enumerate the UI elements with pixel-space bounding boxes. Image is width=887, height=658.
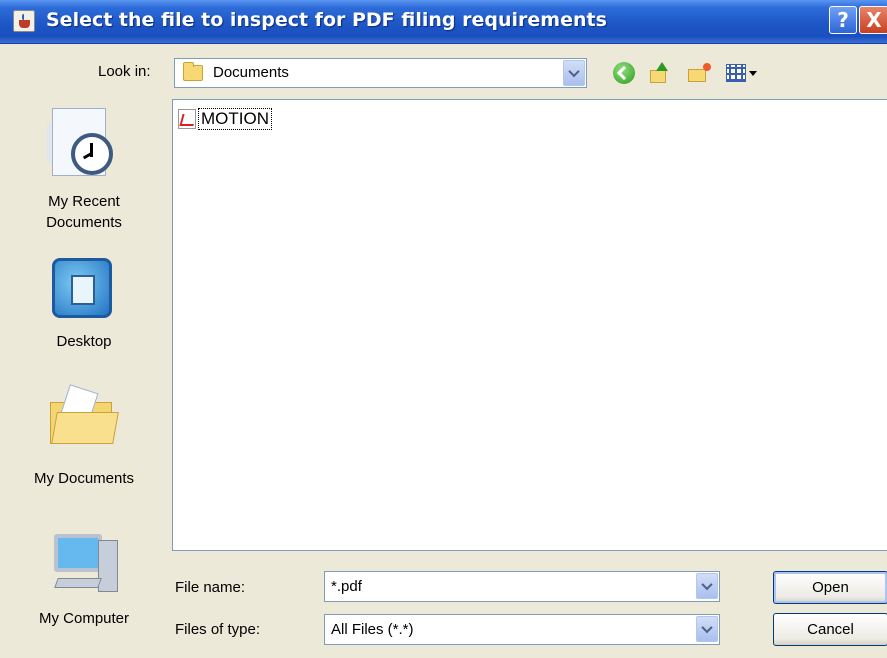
file-name-value: *.pdf	[331, 578, 362, 595]
view-menu-icon[interactable]	[726, 62, 760, 84]
place-desktop[interactable]: Desktop	[0, 238, 168, 366]
desktop-icon	[52, 258, 112, 318]
java-app-icon	[13, 10, 35, 32]
files-of-type-value: All Files (*.*)	[331, 621, 414, 638]
place-label-computer: My Computer	[38, 610, 130, 627]
place-label-recent: My Recent Documents	[46, 193, 122, 231]
open-button[interactable]: Open	[773, 571, 887, 604]
files-of-type-dropdown[interactable]: All Files (*.*)	[324, 614, 720, 645]
file-name-label: File name:	[175, 579, 246, 596]
my-documents-icon	[50, 384, 119, 444]
help-button[interactable]: ?	[829, 6, 857, 34]
file-name-field[interactable]: *.pdf	[324, 571, 720, 602]
folder-icon	[183, 62, 203, 81]
new-folder-icon[interactable]	[688, 62, 712, 84]
up-one-level-icon[interactable]	[648, 62, 670, 84]
recent-documents-icon	[47, 108, 113, 176]
look-in-label: Look in:	[98, 63, 151, 80]
place-label-documents: My Documents	[33, 470, 135, 487]
place-my-documents[interactable]: My Documents	[0, 366, 168, 502]
chevron-down-icon[interactable]	[563, 60, 585, 86]
close-button[interactable]: X	[859, 6, 887, 34]
my-computer-icon	[54, 534, 128, 600]
chevron-down-icon[interactable]	[696, 616, 718, 642]
place-my-recent-documents[interactable]: My Recent Documents	[0, 98, 168, 238]
window-title: Select the file to inspect for PDF filin…	[46, 9, 607, 31]
list-item[interactable]: MOTION	[178, 108, 272, 130]
files-of-type-label: Files of type:	[175, 621, 261, 638]
place-label-desktop: Desktop	[56, 333, 112, 350]
back-icon[interactable]	[613, 62, 635, 84]
look-in-value: Documents	[213, 64, 289, 81]
chevron-down-icon[interactable]	[696, 573, 718, 599]
places-bar: My Recent Documents Desktop My Documents…	[0, 98, 168, 658]
pdf-file-icon	[178, 109, 196, 129]
place-my-computer[interactable]: My Computer	[0, 502, 168, 642]
title-bar[interactable]: Select the file to inspect for PDF filin…	[0, 0, 887, 44]
cancel-button[interactable]: Cancel	[773, 613, 887, 646]
file-name-label: MOTION	[198, 108, 272, 130]
file-list[interactable]: MOTION	[172, 99, 887, 551]
look-in-dropdown[interactable]: Documents	[174, 58, 587, 88]
